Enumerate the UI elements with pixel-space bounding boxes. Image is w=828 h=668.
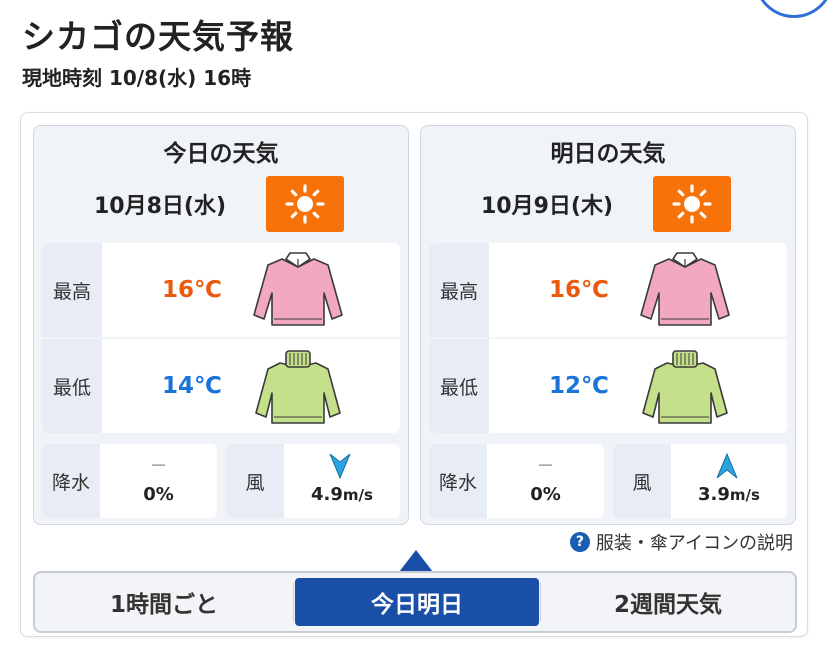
high-temp: 16℃ xyxy=(162,277,222,303)
sweater-icon xyxy=(253,252,343,326)
day-heading: 今日の天気 xyxy=(163,141,279,167)
high-temp-row: 最高 16℃ xyxy=(429,243,787,337)
page-title: シカゴの天気予報 xyxy=(22,17,294,56)
high-temp-row: 最高 16℃ xyxy=(42,243,400,337)
rain-label: 降水 xyxy=(429,444,487,518)
tab-divider xyxy=(293,583,294,621)
tab-hourly[interactable]: 1時間ごと xyxy=(35,573,293,631)
wind-unit: m/s xyxy=(342,486,373,504)
wind-box: 風 4.9m/s xyxy=(226,444,400,518)
low-temp-row: 最低 14℃ xyxy=(42,339,400,433)
day-date: 10月8日(水) xyxy=(94,194,227,219)
rain-label: 降水 xyxy=(42,444,100,518)
clothing-umbrella-help-link[interactable]: ? 服装・傘アイコンの説明 xyxy=(569,529,793,555)
today-panel: 今日の天気 10月8日(水) 最高 16℃ 最低 14℃ 降水 － 0% 風 4… xyxy=(33,125,409,525)
day-date: 10月9日(木) xyxy=(481,194,614,219)
wind-speed: 4.9 xyxy=(311,484,343,505)
low-temp: 12℃ xyxy=(549,373,609,399)
rain-box: 降水 － 0% xyxy=(42,444,217,518)
rain-value: 0% xyxy=(530,484,561,505)
rain-value: 0% xyxy=(143,484,174,505)
wind-label: 風 xyxy=(613,444,671,518)
tab-today-tomorrow[interactable]: 今日明日 xyxy=(295,578,539,626)
low-temp: 14℃ xyxy=(162,373,222,399)
turtleneck-icon xyxy=(255,350,341,424)
wind-label: 風 xyxy=(226,444,284,518)
menu-circle-button[interactable] xyxy=(754,0,828,18)
local-time: 現地時刻 10/8(水) 16時 xyxy=(22,66,252,90)
forecast-card: 今日の天気 10月8日(水) 最高 16℃ 最低 14℃ 降水 － 0% 風 4… xyxy=(20,112,808,637)
tab-bar: 1時間ごと 今日明日 2週間天気 xyxy=(33,571,797,633)
high-label: 最高 xyxy=(42,243,102,337)
sunny-icon xyxy=(266,176,344,232)
question-icon: ? xyxy=(569,532,590,552)
wind-value: 3.9m/s xyxy=(671,484,787,505)
wind-speed: 3.9 xyxy=(698,484,730,505)
wind-arrow-icon xyxy=(329,453,351,480)
sunny-icon xyxy=(653,176,731,232)
low-temp-row: 最低 12℃ xyxy=(429,339,787,433)
day-heading: 明日の天気 xyxy=(550,141,666,167)
high-temp: 16℃ xyxy=(549,277,609,303)
high-label: 最高 xyxy=(429,243,489,337)
wind-arrow-icon xyxy=(716,452,738,479)
wind-unit: m/s xyxy=(729,486,760,504)
tab-two-week[interactable]: 2週間天気 xyxy=(541,573,795,631)
tomorrow-panel: 明日の天気 10月9日(木) 最高 16℃ 最低 12℃ 降水 － 0% 風 3… xyxy=(420,125,796,525)
wind-value: 4.9m/s xyxy=(284,484,400,505)
rain-dash: － xyxy=(536,456,555,477)
rain-box: 降水 － 0% xyxy=(429,444,604,518)
turtleneck-icon xyxy=(642,350,728,424)
low-label: 最低 xyxy=(42,339,102,433)
low-label: 最低 xyxy=(429,339,489,433)
selected-tab-pointer xyxy=(399,550,433,572)
sweater-icon xyxy=(640,252,730,326)
rain-dash: － xyxy=(149,456,168,477)
help-label: 服装・傘アイコンの説明 xyxy=(595,533,793,554)
wind-box: 風 3.9m/s xyxy=(613,444,787,518)
